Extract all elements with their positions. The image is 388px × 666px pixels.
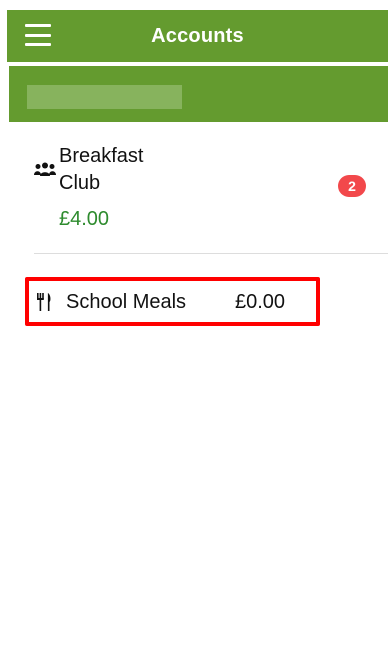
group-icon bbox=[34, 162, 56, 176]
account-balance: £4.00 bbox=[59, 208, 110, 230]
account-row-breakfast-club[interactable]: Breakfast Club £4.00 2 bbox=[34, 140, 388, 252]
user-bar bbox=[9, 66, 388, 122]
page-title: Accounts bbox=[151, 24, 244, 47]
account-balance: £0.00 bbox=[235, 291, 286, 313]
cutlery-icon bbox=[37, 293, 51, 311]
header-bar: Accounts bbox=[7, 10, 388, 62]
redacted-user-name bbox=[27, 85, 182, 109]
accounts-screen: Accounts Breakfast Club £4.00 2 School M… bbox=[0, 0, 388, 666]
menu-icon[interactable] bbox=[25, 24, 51, 46]
row-divider bbox=[34, 253, 388, 254]
account-name: Breakfast Club bbox=[59, 145, 144, 194]
account-name: School Meals bbox=[66, 291, 187, 313]
account-row-school-meals[interactable]: School Meals £0.00 bbox=[25, 277, 320, 326]
notification-badge: 2 bbox=[338, 175, 366, 197]
